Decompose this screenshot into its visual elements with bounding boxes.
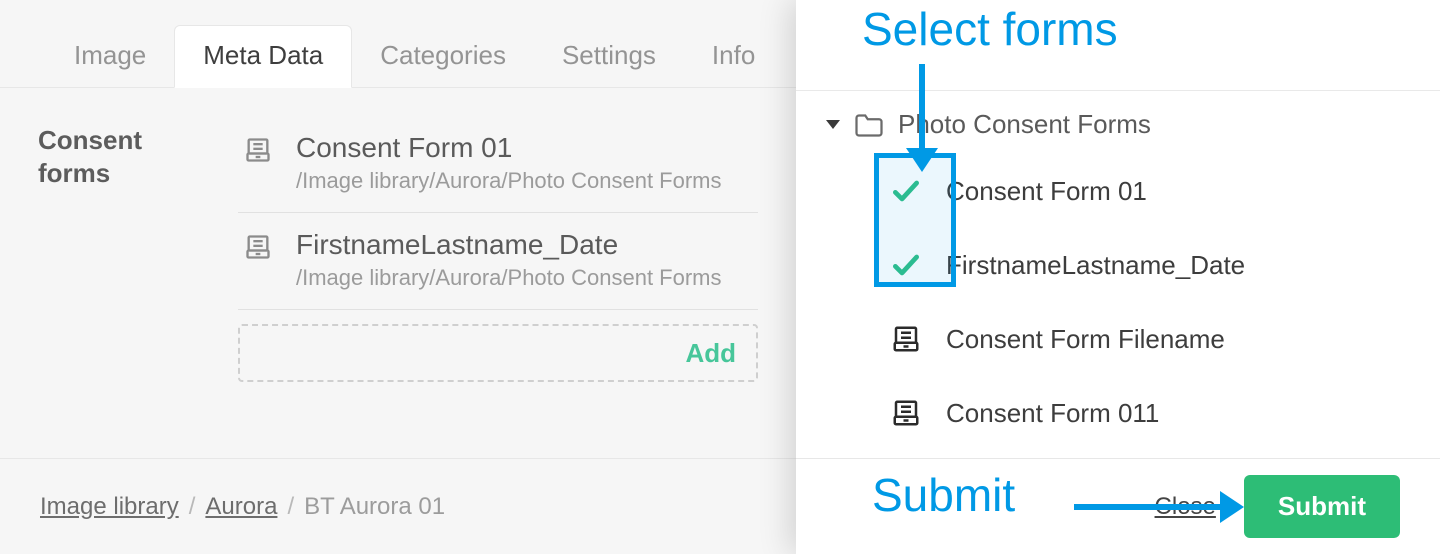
consent-forms-list: Consent Form 01 /Image library/Aurora/Ph…	[238, 124, 758, 382]
consent-form-row[interactable]: FirstnameLastname_Date /Image library/Au…	[238, 213, 758, 310]
tree-item-label: Consent Form 01	[946, 176, 1147, 207]
tree-folder-toggle[interactable]: Photo Consent Forms	[820, 101, 1416, 148]
picker-footer: Close Submit	[796, 458, 1440, 554]
tree-item-label: Consent Form 011	[946, 398, 1159, 429]
form-picker-panel: Photo Consent Forms Consent Form 01 Firs…	[796, 0, 1440, 554]
breadcrumb-current: BT Aurora 01	[304, 493, 445, 521]
tree-item[interactable]: Consent Form Filename	[874, 302, 1416, 376]
tree-children: Consent Form 01 FirstnameLastname_Date	[874, 154, 1416, 450]
checkmark-icon	[884, 169, 928, 213]
submit-button[interactable]: Submit	[1244, 475, 1400, 538]
add-consent-form-dropzone[interactable]: Add	[238, 324, 758, 382]
folder-icon	[854, 113, 884, 137]
breadcrumb-folder[interactable]: Aurora	[205, 493, 277, 521]
tab-meta-data[interactable]: Meta Data	[174, 25, 352, 88]
tab-settings[interactable]: Settings	[534, 26, 684, 87]
tree-item-label: FirstnameLastname_Date	[946, 250, 1245, 281]
breadcrumb-sep: /	[189, 493, 196, 521]
document-archive-icon	[244, 136, 272, 164]
close-button[interactable]: Close	[1155, 493, 1216, 521]
breadcrumb-sep: /	[287, 493, 294, 521]
tree-item[interactable]: Consent Form 011	[874, 376, 1416, 450]
tree-item-label: Consent Form Filename	[946, 324, 1225, 355]
breadcrumb: Image library / Aurora / BT Aurora 01	[0, 458, 796, 554]
form-picker-tree: Photo Consent Forms Consent Form 01 Firs…	[796, 90, 1440, 458]
tree-item[interactable]: Consent Form 01	[874, 154, 1416, 228]
consent-form-title: FirstnameLastname_Date	[296, 229, 722, 261]
tab-image[interactable]: Image	[46, 26, 174, 87]
consent-form-title: Consent Form 01	[296, 132, 722, 164]
tree-folder-label: Photo Consent Forms	[898, 109, 1151, 140]
document-archive-icon	[884, 391, 928, 435]
add-link[interactable]: Add	[685, 338, 736, 369]
tab-info[interactable]: Info	[684, 26, 783, 87]
document-archive-icon	[884, 317, 928, 361]
checkmark-icon	[884, 243, 928, 287]
tabs-bar: Image Meta Data Categories Settings Info	[0, 0, 796, 88]
meta-content: Consent forms Consent Form 01 /Image lib…	[0, 88, 796, 382]
consent-form-row[interactable]: Consent Form 01 /Image library/Aurora/Ph…	[238, 124, 758, 213]
meta-editor-panel: Image Meta Data Categories Settings Info…	[0, 0, 796, 554]
tab-categories[interactable]: Categories	[352, 26, 534, 87]
field-label-consent-forms: Consent forms	[38, 124, 208, 382]
caret-down-icon	[826, 120, 840, 129]
consent-form-path: /Image library/Aurora/Photo Consent Form…	[296, 168, 722, 194]
breadcrumb-root[interactable]: Image library	[40, 493, 179, 521]
tree-item[interactable]: FirstnameLastname_Date	[874, 228, 1416, 302]
consent-form-path: /Image library/Aurora/Photo Consent Form…	[296, 265, 722, 291]
document-archive-icon	[244, 233, 272, 261]
